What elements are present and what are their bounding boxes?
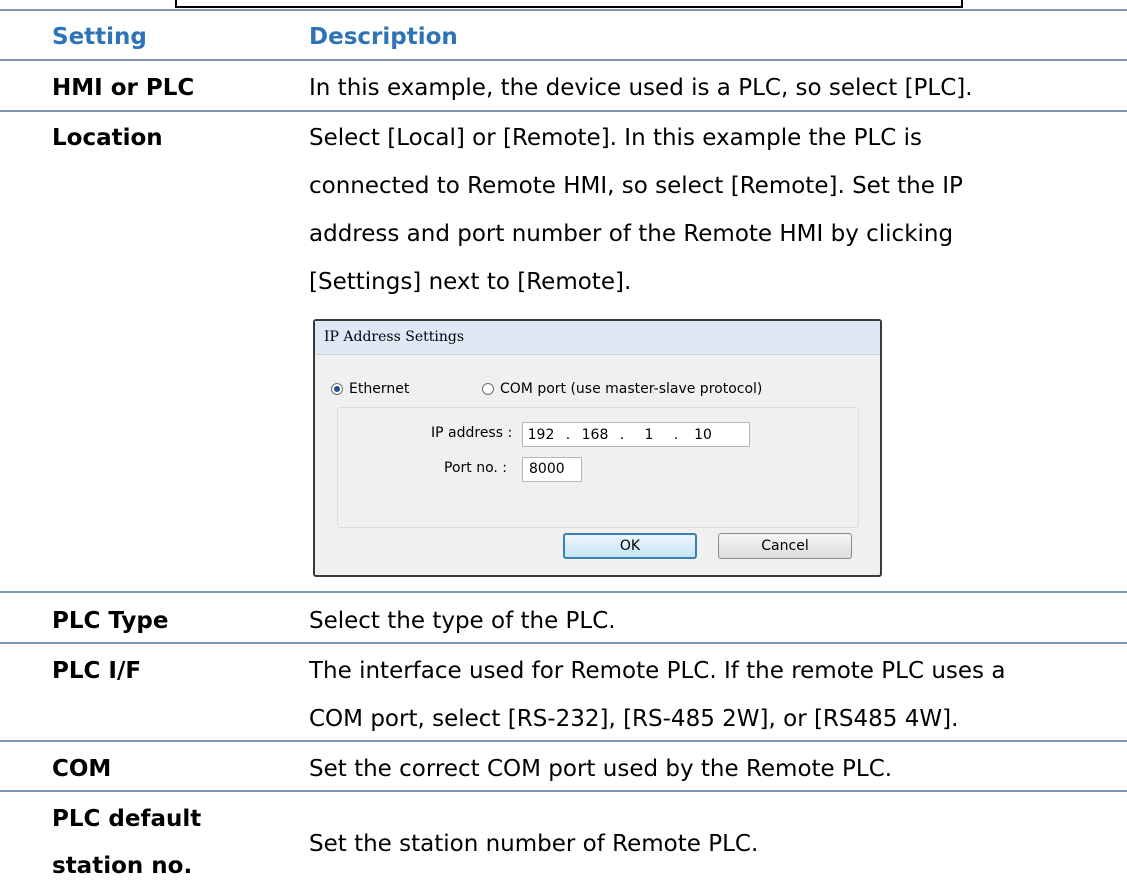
row-label: HMI or PLC [52, 75, 195, 101]
row-description: Set the station number of Remote PLC. [309, 831, 759, 857]
table-rule [0, 9, 1127, 11]
ip-octet[interactable]: 10 [685, 427, 721, 443]
row-label: Location [52, 125, 163, 151]
ip-address-field[interactable]: 192 . 168 . 1 . 10 [522, 422, 750, 447]
cancel-button[interactable]: Cancel [718, 533, 852, 559]
row-label: PLC Type [52, 608, 169, 634]
radio-com-port[interactable]: COM port (use master-slave protocol) [482, 381, 762, 397]
radio-unselected-icon [482, 383, 494, 395]
dialog-title: IP Address Settings [315, 321, 880, 355]
table-rule [0, 642, 1127, 644]
radio-com-port-label: COM port (use master-slave protocol) [500, 381, 763, 397]
row-description-line: [Settings] next to [Remote]. [309, 269, 632, 295]
row-description-line: address and port number of the Remote HM… [309, 221, 954, 247]
ip-separator: . [673, 426, 679, 443]
row-description: Select the type of the PLC. [309, 608, 616, 634]
row-description-line: COM port, select [RS-232], [RS-485 2W], … [309, 706, 959, 732]
ip-separator: . [619, 426, 625, 443]
column-header-description: Description [309, 24, 458, 50]
row-label: PLC I/F [52, 658, 142, 684]
row-label-line: station no. [52, 853, 193, 879]
ip-address-label: IP address : [431, 425, 513, 441]
ip-address-settings-dialog: IP Address Settings Ethernet COM port (u… [313, 319, 882, 577]
row-description: In this example, the device used is a PL… [309, 75, 973, 101]
row-description-line: Select [Local] or [Remote]. In this exam… [309, 125, 923, 151]
table-rule [0, 790, 1127, 792]
ip-octet[interactable]: 1 [631, 427, 667, 443]
radio-selected-icon [331, 383, 343, 395]
row-description-line: connected to Remote HMI, so select [Remo… [309, 173, 963, 199]
ip-octet[interactable]: 168 [577, 427, 613, 443]
ok-button[interactable]: OK [563, 533, 697, 559]
table-rule [0, 591, 1127, 593]
port-number-label: Port no. : [444, 460, 508, 476]
table-rule [0, 59, 1127, 61]
ip-octet[interactable]: 192 [523, 427, 559, 443]
table-rule [0, 110, 1127, 112]
row-description-line: The interface used for Remote PLC. If th… [309, 658, 1006, 684]
row-description: Set the correct COM port used by the Rem… [309, 756, 893, 782]
settings-group-box: IP address : 192 . 168 . 1 . 10 Port no.… [337, 407, 859, 528]
row-label-line: PLC default [52, 806, 202, 832]
radio-ethernet[interactable]: Ethernet [331, 381, 409, 397]
row-label: COM [52, 756, 112, 782]
port-number-field[interactable]: 8000 [522, 457, 582, 482]
ip-separator: . [565, 426, 571, 443]
top-frame-border [175, 0, 963, 8]
column-header-setting: Setting [52, 24, 147, 50]
radio-ethernet-label: Ethernet [349, 381, 410, 397]
table-rule [0, 740, 1127, 742]
